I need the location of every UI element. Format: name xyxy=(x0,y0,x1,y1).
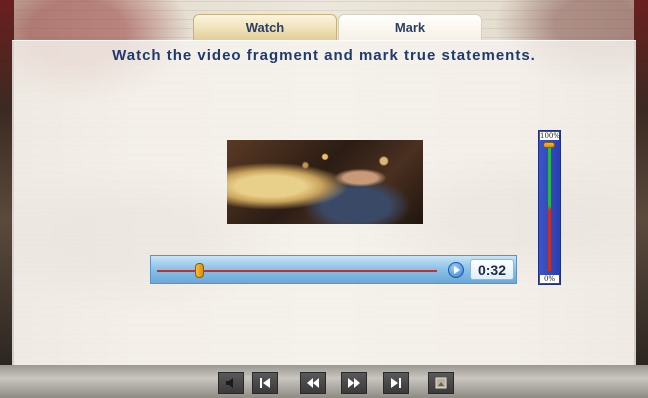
first-icon[interactable] xyxy=(252,372,278,394)
time-display: 0:32 xyxy=(470,259,514,280)
tab-watch[interactable]: Watch xyxy=(193,14,337,40)
video-timeline: 0:32 xyxy=(150,255,517,284)
volume-track[interactable] xyxy=(548,145,551,271)
video-frame[interactable] xyxy=(227,140,423,224)
rewind-icon[interactable] xyxy=(300,372,326,394)
speaker-icon[interactable] xyxy=(218,372,244,394)
tab-mark[interactable]: Mark xyxy=(338,14,482,40)
volume-max-label: 100% xyxy=(540,132,561,140)
help-icon[interactable] xyxy=(428,372,454,394)
volume-thumb[interactable] xyxy=(543,142,555,148)
tab-bar: Watch Mark xyxy=(193,14,482,40)
volume-slider: 100% 0% xyxy=(538,130,561,285)
play-icon[interactable] xyxy=(448,262,464,278)
instruction-text: Watch the video fragment and mark true s… xyxy=(112,47,536,64)
volume-min-label: 0% xyxy=(540,275,559,283)
timeline-thumb[interactable] xyxy=(194,263,204,278)
last-icon[interactable] xyxy=(383,372,409,394)
fast-forward-icon[interactable] xyxy=(341,372,367,394)
